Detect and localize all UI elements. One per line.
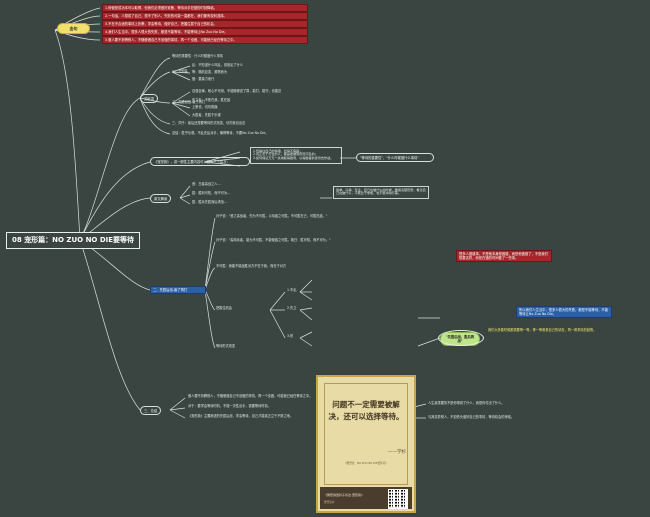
original-label: 原文解读 <box>150 194 172 204</box>
quote-source: 《樊登说：NO ZUO NO DIE要等待》 <box>344 462 388 465</box>
quote-item: 4.我们人生当中，很多人很大的失败，都是不能等待，不能等待让No Zuo No … <box>102 28 308 37</box>
original-note: 简单、冷静、专注，自己在做什么的时候，要搞清楚形势，看清自己在做什么，不能急于求… <box>333 186 429 199</box>
idea-item: 总结：胜乎乐观、不乱先乱对手，懂得等待，不要No Zuo No Die。 <box>172 131 269 135</box>
part2-red-note: 很多人做错事，不是他本身想做错，而是他做错了，不是我们想要这样，而是在错的时间做… <box>456 250 552 263</box>
part2-right-note: 我们大多数时候都需要等一等，等一等看看自己的状态，再一看事情的趋势。 <box>488 328 597 332</box>
part2-item: 3.形 <box>287 334 294 338</box>
question-item: 3.如何保证万无一失地取得胜利，以得胜者的身份去作战。 <box>253 156 334 161</box>
root-node: 08 宠形篇：NO ZUO NO DIE要等待 <box>6 232 141 249</box>
quote-line: 问题不一定需要被解 <box>332 400 400 409</box>
summary-note: 与其羡慕别人，不如低头做好自己的事情，等待机会的来临。 <box>428 415 515 419</box>
questions-label: 《宠形篇》，讲一般性主要内容可以归为三个层次： <box>150 157 250 167</box>
quote-signature: ——学杉 <box>388 450 406 455</box>
quotes-label: 金句 <box>57 23 90 34</box>
root-title: 08 宠形篇：NO ZUO NO DIE要等待 <box>12 236 135 244</box>
footer-subtitle: 樊登读书 <box>324 501 335 504</box>
ideas-label: 关键词 <box>140 94 158 104</box>
quote-item: 1.即使是成功本可以取得，但我们必须做好准备，等待对手犯错的时刻降临。 <box>102 4 308 13</box>
part2-item: 2.先立 <box>287 306 297 310</box>
idea-item: 三、同于：最后还是要等待形式改变，切勿盲目出击 <box>172 121 246 125</box>
questions-note: "等待的重要性"，"什么时候做什么事情" <box>356 153 434 163</box>
qr-code-icon <box>388 489 408 509</box>
idea-item: 先立先：不败在我，胜在敌 <box>192 98 231 102</box>
highlight-circle <box>438 330 484 346</box>
quote-item: 5.做人要不折腾别人，不随便做自己不该做的事情，再一个没做，可能就已经在等待之中… <box>102 36 308 45</box>
original-item: 昔：古者善战之人… <box>192 182 221 186</box>
quote-card: 问题不一定需要被解 决，还可以选择等待。 ——学杉 《樊登说：NO ZUO NO… <box>316 375 416 513</box>
part2-label: 二、先胜后战-赢了再打 <box>150 286 206 295</box>
part2-item: 把握住机会 <box>216 306 232 310</box>
idea-item: 等：随机应变，顺势而为 <box>192 70 228 74</box>
original-item: 胜：胜利可知，而不可为… <box>192 191 231 195</box>
summary-note: 人生最重要的不是你得到了什么，而是你付出了什么。 <box>428 401 505 405</box>
quote-item: 2.一句话，人想成了自己，想不了别人，失败的可能一直都在，我们都有权利选择。 <box>102 12 308 21</box>
quotes-label-text: 金句 <box>69 26 78 31</box>
idea-item: 上策也，切勿焦躁 <box>192 105 218 109</box>
part2-item: 不可胜：我能不能战胜对方不在于我，而在于对方 <box>216 264 287 268</box>
mind-map: 08 宠形篇：NO ZUO NO DIE要等待 金句 1.即使是成功本可以取得，… <box>0 0 650 517</box>
idea-item: 慢：要量力而行 <box>192 77 215 81</box>
quote-item: 3.不在不合适的事情上折腾，学会等待，做好自己，把握住属于自己的机会。 <box>102 20 308 29</box>
question-list: 1.管得住自己的情绪，管得不焦躁； 2.真正善于打仗的人，都是能做到稳而不乱的；… <box>250 147 342 164</box>
part2-item: 孙子说："昔之善战者，先为不可胜，以待敌之可胜。不可胜在己，可胜在敌。" <box>216 214 328 218</box>
idea-item: 大胜者，先胜于乐观 <box>192 113 221 117</box>
quote-line: 决，还可以选择等待。 <box>328 411 404 421</box>
idea-item: 自强自律，耐心不可测，不能随便说了算，能打，能守，也能忍 <box>192 89 282 93</box>
summary-label: 三、总结 <box>140 406 162 416</box>
quote-card-text: 问题不一定需要被解 决，还可以选择等待。 <box>324 399 408 422</box>
idea-item: 乱：不知道什么叫乱，到底乱了什么 <box>192 63 243 67</box>
original-item: 胜：胜兵先胜而后求战… <box>192 200 228 204</box>
idea-item: 等待的重要性：什么时候做什么事情 <box>172 54 223 58</box>
quote-card-footer: 《樊登讲透孙子兵法·宠形篇》 樊登读书 <box>320 487 412 509</box>
part2-blue-note: 所以我们人生当中，很多人很大的失败，都是不能等待，不能等待让No Zuo No … <box>516 306 612 319</box>
part2-item: 1.不乱 <box>287 288 297 292</box>
part2-item: 孙子说："善用兵者，能为不可胜，不能使敌之可胜。故曰：胜可知，而不可为。" <box>216 238 331 242</box>
footer-title: 《樊登讲透孙子兵法·宠形篇》 <box>324 493 364 497</box>
part2-item: 等待形式改变 <box>216 344 236 348</box>
